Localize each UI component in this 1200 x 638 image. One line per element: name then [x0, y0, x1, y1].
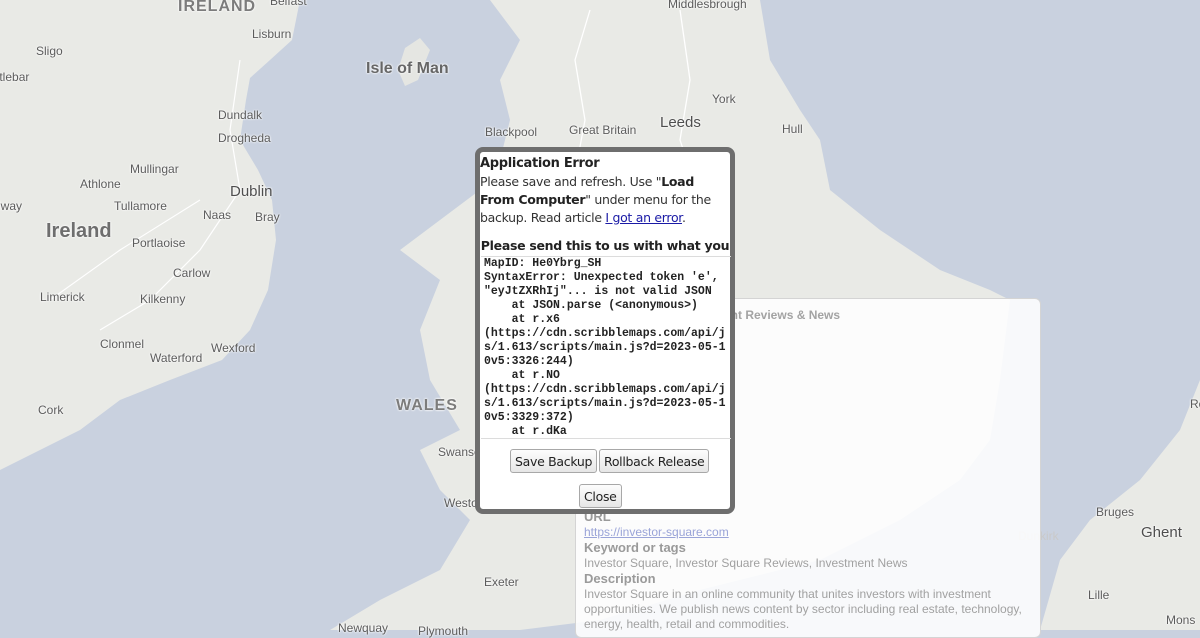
- map-place-label: WALES: [396, 397, 458, 414]
- map-place-label: Newquay: [338, 621, 389, 635]
- map-place-label: IRELAND: [178, 0, 257, 15]
- ireland-landmass: [0, 0, 300, 470]
- map-place-label: Limerick: [40, 290, 85, 304]
- map-place-label: Ireland: [46, 220, 112, 242]
- map-place-label: Lisburn: [252, 27, 292, 41]
- map-place-label: Sligo: [36, 44, 63, 58]
- map-place-label: Drogheda: [218, 131, 271, 145]
- map-place-label: Isle of Man: [366, 60, 449, 77]
- description-value: Investor Square in an online community t…: [584, 587, 1022, 631]
- send-instructions: Please send this to us with what you: [480, 238, 730, 253]
- map-place-label: Clonmel: [100, 337, 145, 351]
- map-place-label: Galway: [0, 199, 23, 213]
- description-label: Description: [584, 571, 656, 586]
- save-backup-button[interactable]: Save Backup: [510, 449, 598, 473]
- map-place-label: Dublin: [230, 183, 273, 200]
- map-place-label: Athlone: [80, 177, 121, 191]
- map-place-label: Lille: [1088, 588, 1110, 602]
- map-place-label: Bray: [255, 210, 280, 224]
- rollback-release-button[interactable]: Rollback Release: [599, 449, 710, 473]
- dialog-message-text: Please save and refresh. Use ": [480, 174, 662, 189]
- map-place-label: Mullingar: [130, 162, 179, 176]
- dialog-message: Please save and refresh. Use "Load From …: [480, 173, 728, 227]
- map-place-label: Plymouth: [418, 624, 469, 638]
- map-place-label: Naas: [203, 208, 232, 222]
- map-place-label: Wexford: [211, 341, 256, 355]
- map-place-label: Ghent: [1141, 524, 1182, 541]
- map-place-label: Portlaoise: [132, 236, 186, 250]
- map-place-label: Great Britain: [569, 123, 637, 137]
- map-place-label: Hull: [782, 122, 803, 136]
- map-place-label: Waterford: [150, 351, 203, 365]
- map-place-label: Dundalk: [218, 108, 263, 122]
- map-place-label: Castlebar: [0, 70, 30, 84]
- map-place-label: Cork: [38, 403, 64, 417]
- info-panel-title: ent Reviews & News: [724, 308, 841, 322]
- map-place-label: Blackpool: [485, 125, 538, 139]
- keywords-label: Keyword or tags: [584, 540, 686, 555]
- url-link[interactable]: https://investor-square.com: [584, 525, 1036, 540]
- map-place-label: Leeds: [660, 114, 701, 131]
- dialog-message-text: .: [681, 210, 686, 225]
- map-place-label: Carlow: [173, 266, 211, 280]
- map-place-label: Ro: [1190, 397, 1200, 411]
- dialog-title: Application Error: [480, 156, 600, 171]
- map-place-label: Bruges: [1096, 505, 1135, 519]
- map-place-label: Kilkenny: [140, 292, 186, 306]
- got-an-error-link[interactable]: I got an error: [605, 210, 682, 225]
- error-log-textarea[interactable]: MapID: He0Ybrg_SH SyntaxError: Unexpecte…: [481, 256, 731, 439]
- map-place-label: Belfast: [270, 0, 307, 8]
- close-button[interactable]: Close: [579, 484, 622, 508]
- map-place-label: Exeter: [484, 575, 519, 589]
- map-place-label: York: [712, 92, 736, 106]
- map-place-label: Mons: [1166, 613, 1196, 627]
- map-place-label: Middlesbrough: [668, 0, 747, 11]
- map-place-label: Tullamore: [114, 199, 167, 213]
- keywords-value: Investor Square, Investor Square Reviews…: [584, 556, 908, 570]
- application-error-dialog: Application Error Please save and refres…: [475, 147, 735, 514]
